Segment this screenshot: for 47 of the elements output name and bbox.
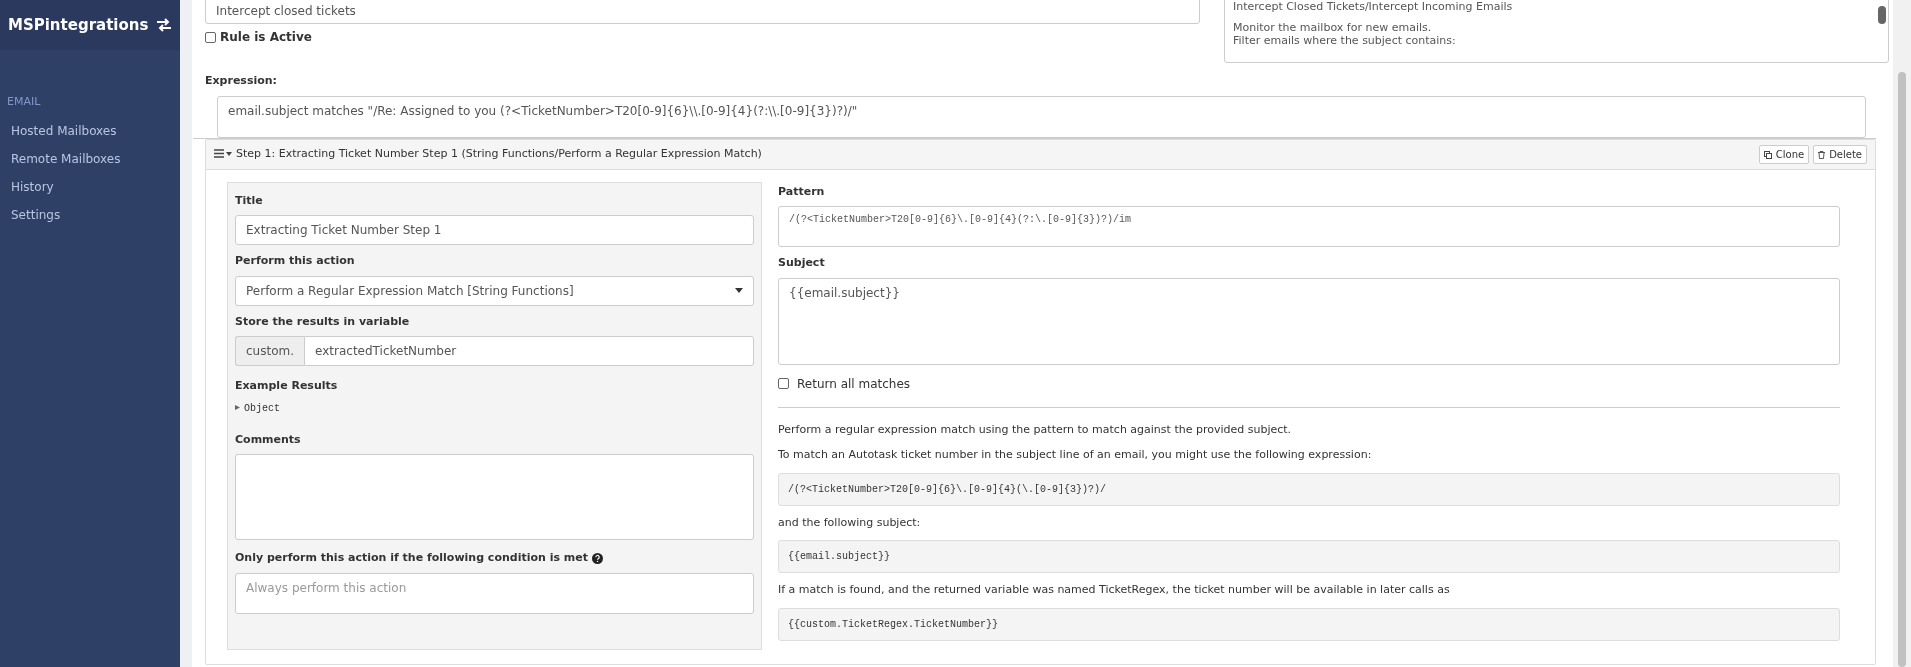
description-field[interactable]: Intercept Closed Tickets/Intercept Incoming Emails Monitor the mailbox for new emails. Filter emails where the subject contains: — [1224, 0, 1889, 63]
checkbox[interactable] — [778, 378, 789, 389]
sidebar-item[interactable]: Settings — [0, 200, 180, 229]
checkbox-label: Return all matches — [797, 375, 911, 393]
help-text: Perform a regular expression match using the pattern to match against the provided subject. — [778, 421, 1293, 438]
sidebar-item[interactable]: Hosted Mailboxes — [0, 116, 180, 145]
description-text: Intercept Closed Tickets/Intercept Incoming Emails — [1233, 0, 1514, 13]
sidebar-item[interactable]: History — [0, 172, 180, 201]
code-sample: /(?<TicketNumber>T20[0-9]{6}\.[0-9]{4}(\.[0-9]{3})?)/ — [778, 472, 1840, 506]
field-label: Pattern — [778, 183, 826, 200]
subject-field[interactable]: {{email.subject}} — [778, 277, 1840, 365]
comments-field[interactable] — [235, 454, 754, 540]
action-select[interactable]: Perform a Regular Expression Match [String Functions] — [235, 275, 754, 306]
help-text: To match an Autotask ticket number in the subject line of an email, you might use the following expression: — [778, 447, 1373, 463]
textarea-scroll-thumb[interactable] — [1878, 6, 1886, 24]
clone-button[interactable]: Clone — [1758, 144, 1810, 164]
field-label: Comments — [235, 431, 302, 448]
scrollbar[interactable] — [1893, 0, 1911, 667]
caret-icon — [735, 288, 743, 293]
field-label: Perform this action — [235, 253, 356, 269]
checkbox[interactable] — [205, 31, 216, 43]
title-field[interactable]: Extracting Ticket Number Step 1 — [235, 215, 754, 245]
code-sample: {{email.subject}} — [778, 540, 1840, 573]
description-text: Monitor the mailbox for new emails. Filter emails where the subject contains: — [1233, 21, 1457, 47]
expression-field[interactable]: email.subject matches "/Re: Assigned to you (?<TicketNumber>T20[0-9]{6}\\.[0-9]{4}(?:\\.[0-9]{3})?)/" — [217, 95, 1866, 138]
pattern-field[interactable]: /(?<TicketNumber>T20[0-9]{6}\.[0-9]{4}(?:\.[0-9]{3})?)/im — [778, 206, 1840, 247]
field-label: Only perform this action if the following condition is met — [235, 550, 588, 566]
checkbox-label: Rule is Active — [220, 29, 312, 46]
brand-name[interactable]: MSPintegrations — [8, 13, 149, 37]
help-text: and the following subject: — [778, 514, 922, 531]
help-icon[interactable] — [592, 550, 603, 567]
input-prefix: custom. — [235, 336, 304, 366]
field-label: Expression: — [205, 73, 279, 89]
code-sample: {{custom.TicketRegex.TicketNumber}} — [778, 607, 1840, 641]
name-field[interactable]: Intercept closed tickets — [205, 0, 1200, 24]
field-label: Subject — [778, 255, 826, 271]
example-result: Object — [244, 401, 280, 416]
field-label: Title — [235, 192, 264, 209]
delete-button[interactable]: Delete — [1813, 144, 1867, 164]
sidebar-item[interactable]: Remote Mailboxes — [0, 144, 180, 173]
section-heading: EMAIL — [6, 94, 42, 110]
field-label: Store the results in variable — [235, 313, 411, 330]
help-text: If a match is found, and the returned variable was named TicketRegex, the ticket number will be available in later calls as — [778, 582, 1451, 598]
step-title: Step 1: Extracting Ticket Number Step 1 (String Functions/Perform a Regular Expression Match) — [236, 145, 763, 162]
field-label: Example Results — [235, 378, 339, 394]
scrollbar-thumb[interactable] — [1898, 72, 1906, 667]
variable-field[interactable]: extractedTicketNumber — [304, 336, 754, 366]
